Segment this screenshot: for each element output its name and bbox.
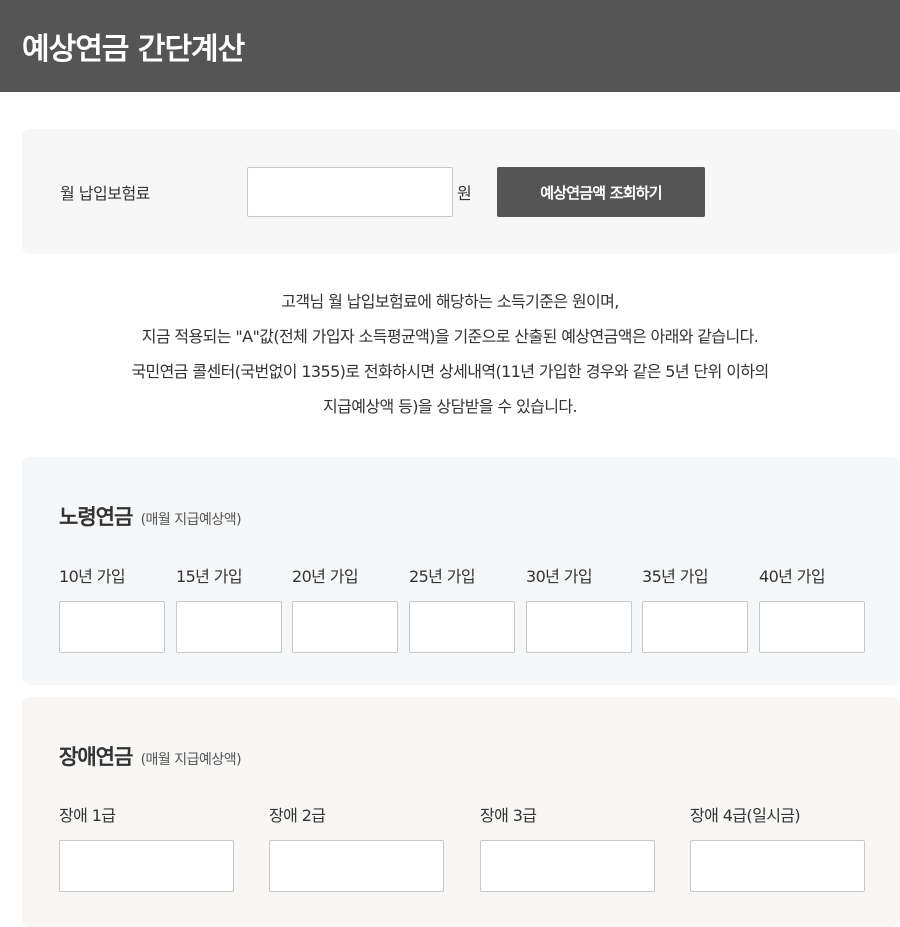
- premium-input-panel: 월 납입보험료 원 예상연금액 조회하기: [22, 129, 900, 254]
- aging-item-label: 35년 가입: [642, 567, 709, 586]
- aging-item-10: 10년 가입: [59, 563, 165, 653]
- disability-amount-field[interactable]: [269, 840, 444, 892]
- aging-item-20: 20년 가입: [292, 563, 398, 653]
- aging-pension-title: 노령연금: [59, 505, 133, 529]
- disability-amount-field[interactable]: [480, 840, 655, 892]
- description-line: 지금 적용되는 "A"값(전체 가입자 소득평균액)을 기준으로 산출된 예상연…: [141, 327, 759, 346]
- disability-item-grade4: 장애 4급(일시금): [690, 802, 865, 892]
- disability-item-label: 장애 2급: [269, 806, 326, 825]
- disability-item-grade2: 장애 2급: [269, 802, 444, 892]
- aging-amount-field[interactable]: [176, 601, 282, 653]
- aging-item-15: 15년 가입: [176, 563, 282, 653]
- aging-item-40: 40년 가입: [759, 563, 865, 653]
- aging-amount-field[interactable]: [59, 601, 165, 653]
- aging-amount-field[interactable]: [526, 601, 632, 653]
- disability-amount-field[interactable]: [690, 840, 865, 892]
- disability-amount-field[interactable]: [59, 840, 234, 892]
- aging-item-35: 35년 가입: [642, 563, 748, 653]
- aging-item-30: 30년 가입: [526, 563, 632, 653]
- aging-amount-field[interactable]: [292, 601, 398, 653]
- aging-item-label: 40년 가입: [759, 567, 826, 586]
- description-line: 고객님 월 납입보험료에 해당하는 소득기준은 원이며,: [281, 292, 619, 311]
- aging-item-label: 10년 가입: [59, 567, 126, 586]
- currency-unit: 원: [457, 184, 472, 203]
- premium-input[interactable]: [247, 167, 453, 217]
- aging-amount-field[interactable]: [409, 601, 515, 653]
- page-header: 예상연금 간단계산: [0, 0, 900, 92]
- aging-amount-field[interactable]: [642, 601, 748, 653]
- aging-pension-panel: 노령연금 (매월 지급예상액) 10년 가입 15년 가입 20년 가입 25년…: [22, 457, 900, 685]
- query-pension-button[interactable]: 예상연금액 조회하기: [497, 167, 705, 217]
- premium-label: 월 납입보험료: [60, 184, 150, 203]
- aging-pension-subtitle: (매월 지급예상액): [140, 512, 242, 528]
- disability-pension-title: 장애연금: [59, 745, 133, 769]
- disability-item-grade1: 장애 1급: [59, 802, 234, 892]
- page-title: 예상연금 간단계산: [22, 32, 245, 67]
- disability-pension-subtitle: (매월 지급예상액): [140, 752, 242, 768]
- description-text: 고객님 월 납입보험료에 해당하는 소득기준은 원이며, 지금 적용되는 "A"…: [0, 284, 900, 424]
- disability-item-label: 장애 1급: [59, 806, 116, 825]
- aging-pension-heading: 노령연금 (매월 지급예상액): [59, 501, 242, 531]
- description-line: 국민연금 콜센터(국번없이 1355)로 전화하시면 상세내역(11년 가입한 …: [131, 362, 769, 381]
- aging-amount-field[interactable]: [759, 601, 865, 653]
- description-line: 지급예상액 등)을 상담받을 수 있습니다.: [323, 397, 578, 416]
- disability-pension-panel: 장애연금 (매월 지급예상액) 장애 1급 장애 2급 장애 3급 장애 4급(…: [22, 697, 900, 927]
- aging-item-label: 15년 가입: [176, 567, 243, 586]
- disability-pension-heading: 장애연금 (매월 지급예상액): [59, 741, 242, 771]
- aging-item-label: 25년 가입: [409, 567, 476, 586]
- aging-item-25: 25년 가입: [409, 563, 515, 653]
- disability-item-label: 장애 3급: [480, 806, 537, 825]
- aging-item-label: 30년 가입: [526, 567, 593, 586]
- disability-item-label: 장애 4급(일시금): [690, 806, 801, 825]
- aging-item-label: 20년 가입: [292, 567, 359, 586]
- disability-item-grade3: 장애 3급: [480, 802, 655, 892]
